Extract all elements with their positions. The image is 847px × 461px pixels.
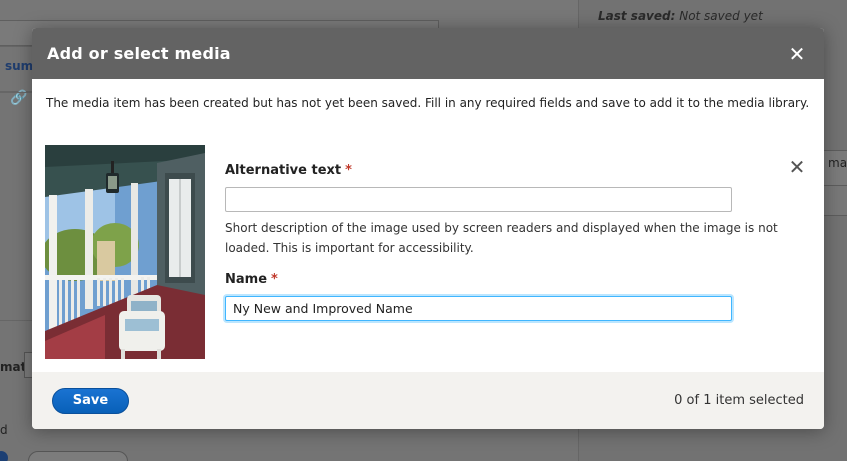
alt-text-input[interactable] — [225, 187, 732, 212]
dialog-body: The media item has been created but has … — [32, 79, 824, 372]
name-field: Name * — [225, 272, 745, 321]
last-saved-status: Last saved: Not saved yet — [598, 9, 763, 23]
alt-text-field: Alternative text * Short description of t… — [225, 163, 778, 258]
media-dialog: Add or select media ✕ The media item has… — [32, 28, 824, 429]
background-right-field-lower — [823, 186, 847, 216]
name-label: Name * — [225, 272, 745, 290]
alt-text-label-text: Alternative text — [225, 163, 342, 178]
dialog-titlebar: Add or select media ✕ — [32, 28, 824, 79]
name-label-text: Name — [225, 272, 268, 287]
background-summary-link: sum — [5, 59, 34, 73]
background-pill-button — [28, 451, 128, 461]
status-message: The media item has been created but has … — [46, 96, 810, 110]
last-saved-label: Last saved: — [598, 9, 676, 23]
save-button[interactable]: Save — [52, 387, 129, 414]
remove-media-icon[interactable]: ✕ — [787, 157, 807, 177]
alt-text-label: Alternative text * — [225, 163, 745, 181]
close-icon[interactable]: ✕ — [785, 42, 809, 66]
required-marker: * — [271, 272, 278, 287]
background-format-label: mat — [0, 360, 27, 374]
dialog-footer: Save 0 of 1 item selected — [32, 372, 824, 429]
name-input[interactable] — [225, 296, 732, 321]
background-edit-label: d — [0, 423, 8, 437]
background-toggle — [0, 451, 8, 461]
dialog-title: Add or select media — [47, 44, 231, 63]
last-saved-value: Not saved yet — [679, 9, 763, 23]
alt-text-description: Short description of the image used by s… — [225, 221, 778, 255]
media-thumbnail — [45, 145, 205, 359]
background-right-field: mag — [823, 150, 847, 186]
required-marker: * — [345, 163, 352, 178]
selection-count: 0 of 1 item selected — [674, 393, 804, 408]
